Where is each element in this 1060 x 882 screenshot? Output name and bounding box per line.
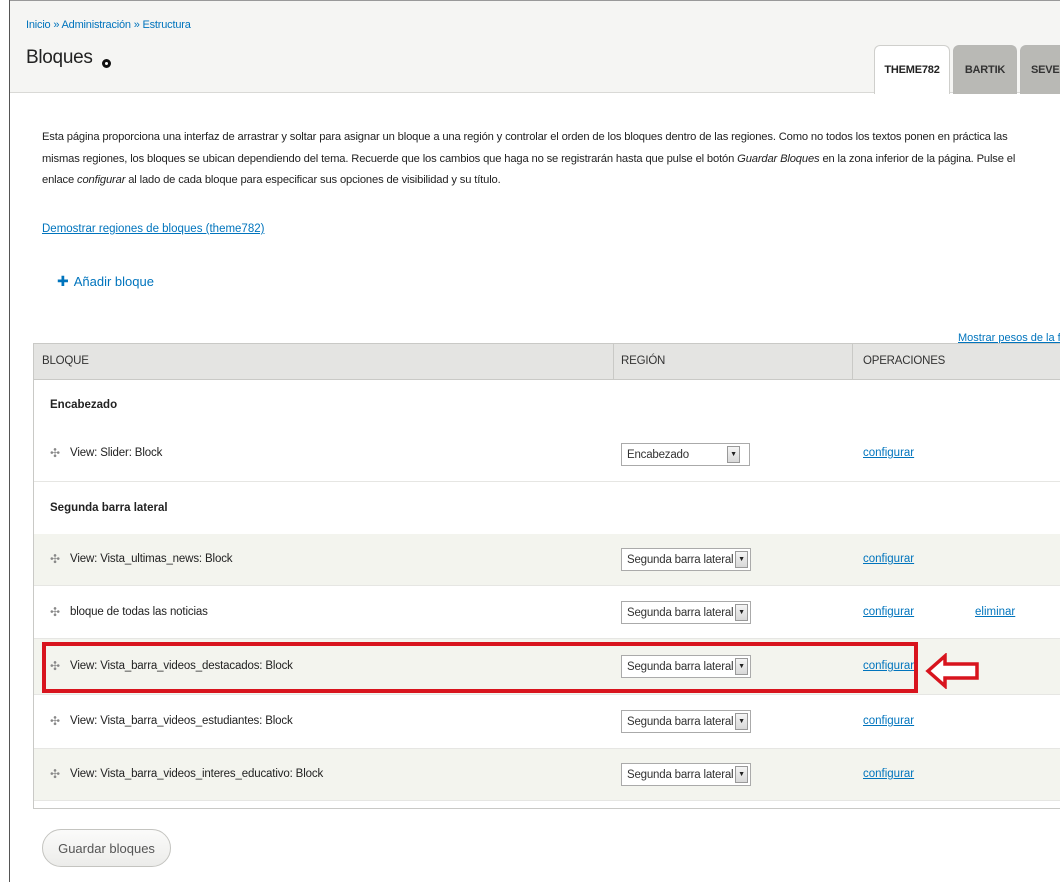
highlight-annotation-box xyxy=(42,642,918,693)
breadcrumb-link-estructura[interactable]: Estructura xyxy=(143,19,191,31)
table-row: ✣ View: Vista_barra_videos_interes_educa… xyxy=(34,749,1060,801)
theme-tabs: THEME782 BARTIK SEVEN xyxy=(874,45,1060,94)
region-select[interactable]: Encabezado ▼ xyxy=(621,443,750,466)
column-divider xyxy=(852,344,853,380)
column-divider xyxy=(613,344,614,380)
dropdown-arrow-icon: ▼ xyxy=(735,766,748,783)
tab-bartik[interactable]: BARTIK xyxy=(953,45,1017,94)
region-select[interactable]: Segunda barra lateral ▼ xyxy=(621,763,751,786)
column-header-block: BLOQUE xyxy=(42,355,89,367)
configure-link[interactable]: configurar xyxy=(863,447,914,459)
breadcrumb-separator: » xyxy=(133,19,140,31)
drag-handle-icon[interactable]: ✣ xyxy=(50,552,60,566)
region-title: Segunda barra lateral xyxy=(50,502,168,514)
region-select-value: Segunda barra lateral xyxy=(627,553,734,566)
table-row: ✣ View: Slider: Block Encabezado ▼ confi… xyxy=(34,427,1060,482)
page-title: Bloques xyxy=(26,47,93,68)
configure-link[interactable]: configurar xyxy=(863,715,914,727)
table-row: ✣ bloque de todas las noticias Segunda b… xyxy=(34,586,1060,639)
delete-link[interactable]: eliminar xyxy=(975,606,1015,618)
column-header-operations: OPERACIONES xyxy=(863,355,946,367)
drag-handle-icon[interactable]: ✣ xyxy=(50,714,60,728)
page-description: Esta página proporciona una interfaz de … xyxy=(42,127,1042,192)
block-name: View: Vista_barra_videos_interes_educati… xyxy=(70,768,324,780)
region-header-row: Segunda barra lateral xyxy=(34,482,1060,534)
description-emphasis-save: Guardar Bloques xyxy=(737,152,820,165)
block-name: View: Slider: Block xyxy=(70,447,163,459)
region-select-value: Segunda barra lateral xyxy=(627,606,734,619)
dropdown-arrow-icon: ▼ xyxy=(735,551,748,568)
drag-handle-icon[interactable]: ✣ xyxy=(50,767,60,781)
region-header-row: Encabezado xyxy=(34,381,1060,427)
plus-icon: ✚ xyxy=(57,273,69,289)
breadcrumb-link-administracion[interactable]: Administración xyxy=(62,19,132,31)
configure-link[interactable]: configurar xyxy=(863,553,914,565)
description-emphasis-configure: configurar xyxy=(77,174,126,186)
table-header: BLOQUE REGIÓN OPERACIONES xyxy=(34,344,1060,380)
block-name: View: Vista_ultimas_news: Block xyxy=(70,553,233,565)
configure-link[interactable]: configurar xyxy=(863,768,914,780)
shortcut-icon[interactable] xyxy=(102,59,111,68)
region-select-value: Segunda barra lateral xyxy=(627,768,734,781)
table-row: ✣ View: Vista_ultimas_news: Block Segund… xyxy=(34,534,1060,586)
page-header: Inicio » Administración » Estructura Blo… xyxy=(10,1,1060,94)
window-left-border xyxy=(9,0,10,882)
table-row: ✣ View: Vista_barra_videos_estudiantes: … xyxy=(34,695,1060,749)
tab-seven[interactable]: SEVEN xyxy=(1020,45,1060,94)
demo-regions-link[interactable]: Demostrar regiones de bloques (theme782) xyxy=(42,223,264,235)
region-select[interactable]: Segunda barra lateral ▼ xyxy=(621,710,751,733)
tab-theme782[interactable]: THEME782 xyxy=(874,45,950,94)
column-header-region: REGIÓN xyxy=(621,355,666,367)
add-block-link[interactable]: ✚ Añadir bloque xyxy=(57,273,154,290)
block-name: View: Vista_barra_videos_estudiantes: Bl… xyxy=(70,715,293,727)
dropdown-arrow-icon: ▼ xyxy=(727,446,740,463)
description-text: al lado de cada bloque para especificar … xyxy=(125,174,501,186)
breadcrumb: Inicio » Administración » Estructura xyxy=(26,19,191,31)
block-name: bloque de todas las noticias xyxy=(70,606,208,618)
region-select-value: Encabezado xyxy=(627,448,689,461)
region-select[interactable]: Segunda barra lateral ▼ xyxy=(621,601,751,624)
dropdown-arrow-icon: ▼ xyxy=(735,604,748,621)
drag-handle-icon[interactable]: ✣ xyxy=(50,605,60,619)
configure-link[interactable]: configurar xyxy=(863,606,914,618)
dropdown-arrow-icon: ▼ xyxy=(735,713,748,730)
left-arrow-outline-icon xyxy=(925,653,979,689)
add-block-label: Añadir bloque xyxy=(73,274,154,289)
breadcrumb-separator: » xyxy=(53,19,60,31)
region-title: Encabezado xyxy=(50,399,118,411)
breadcrumb-link-inicio[interactable]: Inicio xyxy=(26,19,51,31)
region-select[interactable]: Segunda barra lateral ▼ xyxy=(621,548,751,571)
save-blocks-button[interactable]: Guardar bloques xyxy=(42,829,171,867)
drag-handle-icon[interactable]: ✣ xyxy=(50,446,60,460)
blocks-table: BLOQUE REGIÓN OPERACIONES Encabezado ✣ V… xyxy=(33,343,1060,809)
region-select-value: Segunda barra lateral xyxy=(627,715,734,728)
